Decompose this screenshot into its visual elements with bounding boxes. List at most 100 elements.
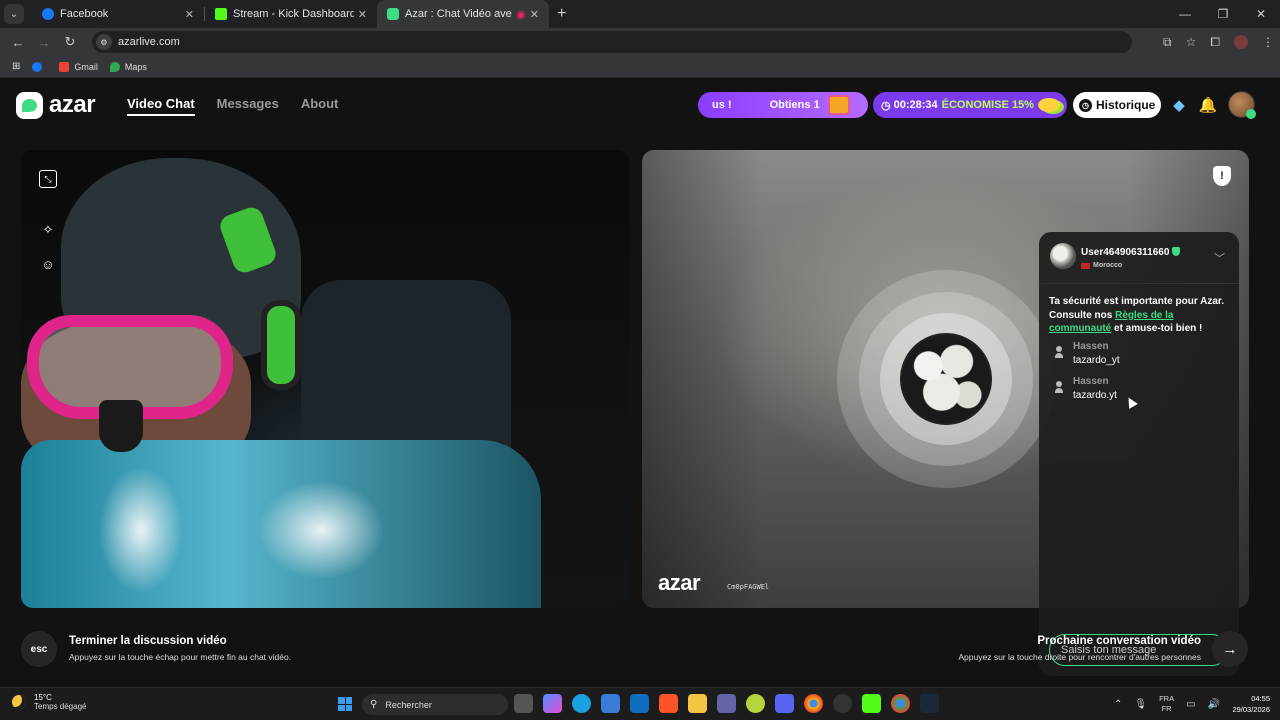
toolbar-icons: ⧉ ☆ ⧠ ⋮ [1163,28,1274,56]
coins-icon [1037,98,1060,112]
back-icon[interactable]: ← [6,35,30,50]
taskbar-search[interactable]: ⚲ Rechercher [362,694,508,715]
report-shield-icon[interactable]: ! [1213,166,1231,186]
lang-top: FRA [1159,694,1175,703]
outlook-icon[interactable] [630,694,649,713]
tab-azar[interactable]: Azar : Chat Vidéo avec de n ◉ ✕ [377,0,549,28]
pinned-apps [514,694,939,713]
promo-text-right: Obtiens 1 [769,99,820,111]
profile-avatar[interactable] [1234,35,1248,49]
restore-icon[interactable]: ❐ [1204,0,1242,28]
minimize-icon[interactable]: — [1166,0,1204,28]
main-nav: Video Chat Messages About [127,96,338,116]
camera-feed-detail [21,440,541,608]
teams-icon[interactable] [717,694,736,713]
promo-timer: 00:28:34 [893,99,938,111]
obs-icon[interactable] [833,694,852,713]
promo-text-left: us ! [712,99,732,111]
chevron-up-icon[interactable]: ⌃ [1114,699,1122,710]
bookmark-gmail[interactable]: Gmail [59,61,98,72]
input-language[interactable]: FRA FR [1159,694,1174,714]
windows-start-icon[interactable] [338,697,352,711]
extensions-icon[interactable]: ⧠ [1210,35,1220,50]
weather-widget[interactable]: 15°C Temps dégagé [12,693,86,711]
brave-icon[interactable] [659,694,678,713]
gems-icon[interactable]: ◆ [1169,95,1189,115]
system-tray: ⌃ 🎙 FRA FR ▭ 🔊 [1114,694,1220,714]
volume-icon[interactable]: 🔊 [1208,699,1220,710]
chrome-icon[interactable] [804,694,823,713]
bookmark-facebook[interactable] [32,61,47,72]
history-icon: ◷ [1079,98,1092,112]
person-icon [1055,381,1063,393]
system-clock[interactable]: 04:55 29/03/2026 [1222,693,1270,715]
chat-header[interactable]: User464906311660 Morocco ﹀ [1039,232,1239,284]
site-info-icon[interactable]: ⚙ [96,34,112,50]
azar-logo[interactable]: azar [16,91,96,119]
tab-title: Azar : Chat Vidéo avec de n [405,8,512,20]
app-icon[interactable] [746,694,765,713]
edge-icon[interactable] [572,694,591,713]
file-explorer-icon[interactable] [688,694,707,713]
nav-messages[interactable]: Messages [217,96,279,116]
clock-icon: ◷ [881,99,891,112]
tab-facebook[interactable]: Facebook ✕ [32,0,204,28]
network-icon[interactable]: ▭ [1186,699,1195,710]
bookmark-star-icon[interactable]: ☆ [1186,35,1197,49]
new-tab-button[interactable]: + [557,5,566,23]
microphone-icon[interactable]: 🎙 [1134,699,1147,710]
tab-title: Facebook [60,8,109,20]
tab-strip: ⌄ Facebook ✕ Stream - Kick Dashboard ✕ A… [0,0,1280,28]
url-field[interactable]: ⚙ azarlive.com [92,31,1132,53]
safety-text-end: et amuse-toi bien ! [1111,323,1203,334]
partner-country: Morocco [1081,262,1122,269]
nav-about[interactable]: About [301,96,339,116]
store-icon[interactable] [601,694,620,713]
chevron-down-icon[interactable]: ﹀ [1214,250,1225,266]
next-chat-title: Prochaine conversation vidéo [1037,635,1201,647]
forward-icon[interactable]: → [32,35,56,50]
azar-logo-icon [16,91,43,119]
promo-banner-discount[interactable]: ◷ 00:28:34 ÉCONOMISE 15% [873,92,1067,118]
copilot-icon[interactable] [543,694,562,713]
message-text: tazardo.yt [1073,390,1117,401]
message-sender: Hassen [1073,376,1109,387]
arrow-right-icon: → [1222,640,1238,658]
tab-kick-dashboard[interactable]: Stream - Kick Dashboard ✕ [205,0,377,28]
next-chat-button[interactable]: → [1212,631,1248,667]
nav-video-chat[interactable]: Video Chat [127,96,195,116]
bookmark-maps[interactable]: Maps [109,61,147,72]
reload-icon[interactable]: ↻ [58,34,82,50]
partner-profile-photo [900,333,992,425]
cast-icon[interactable]: ⧉ [1163,35,1172,50]
task-view-icon[interactable] [514,694,533,713]
discord-icon[interactable] [775,694,794,713]
morocco-flag-icon [1081,262,1090,269]
chat-panel: User464906311660 Morocco ﹀ Ta sécurité e… [1039,232,1239,676]
end-chat-button[interactable]: esc [21,631,57,667]
close-tab-icon[interactable]: ✕ [185,8,194,21]
menu-icon[interactable]: ⋮ [1262,35,1274,49]
partner-avatar [1050,243,1076,269]
close-tab-icon[interactable]: ✕ [530,8,539,21]
close-window-icon[interactable]: ✕ [1242,0,1280,28]
tab-search-button[interactable]: ⌄ [4,4,24,24]
verified-icon [1172,247,1181,256]
kick-studio-icon[interactable] [862,694,881,713]
chrome-profile-icon[interactable] [891,694,910,713]
user-avatar[interactable] [1228,91,1256,119]
safety-notice: Ta sécurité est importante pour Azar. Co… [1049,295,1231,336]
window-controls: — ❐ ✕ [1166,0,1280,28]
clock-time: 04:55 [1251,694,1270,703]
history-button[interactable]: ◷ Historique [1073,92,1161,118]
minimize-video-icon[interactable]: ⤡ [39,170,57,188]
face-filter-icon[interactable]: ☺ [39,255,57,273]
apps-icon[interactable]: ⊞ [12,61,20,72]
chat-message: Hassen tazardo.yt [1055,376,1117,401]
notification-bell-icon[interactable]: 🔔 [1198,95,1218,115]
promo-banner-gift[interactable]: us ! Obtiens 1 [698,92,868,118]
magic-wand-icon[interactable]: ✧ [39,221,57,239]
close-tab-icon[interactable]: ✕ [358,8,367,21]
bookmark-label: Gmail [74,61,98,72]
steam-icon[interactable] [920,694,939,713]
